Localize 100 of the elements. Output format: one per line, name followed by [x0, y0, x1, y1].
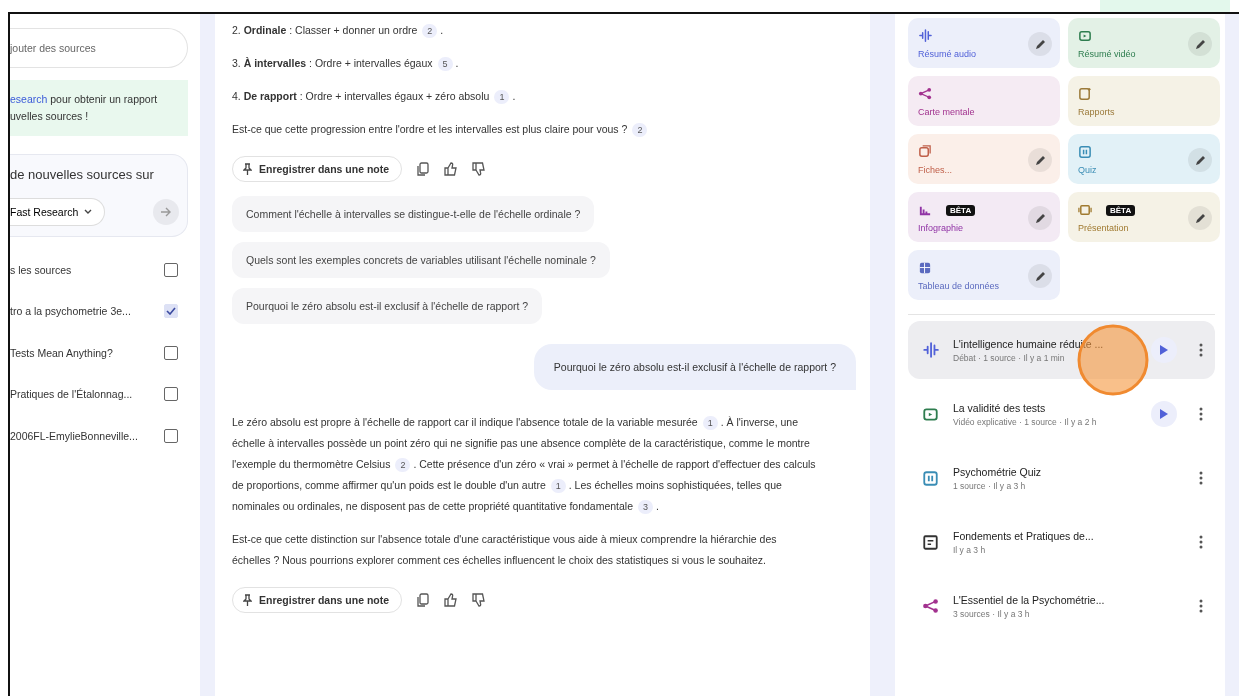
- checkbox[interactable]: [164, 428, 178, 443]
- citation-chip[interactable]: 1: [702, 416, 718, 430]
- edit-button[interactable]: [1188, 32, 1212, 56]
- citation-chip[interactable]: 3: [638, 500, 654, 514]
- monitor-icon: [922, 405, 939, 423]
- pencil-icon: [1034, 212, 1046, 224]
- pencil-icon: [1034, 154, 1046, 166]
- play-button[interactable]: [1151, 401, 1177, 427]
- more-vertical-icon: [1199, 599, 1203, 613]
- suggested-question[interactable]: Quels sont les exemples concrets de variables utilisant l'échelle nominale ?: [232, 242, 610, 278]
- pencil-icon: [1194, 212, 1206, 224]
- beta-badge: BÊTA: [1106, 204, 1136, 216]
- edit-button[interactable]: [1188, 206, 1212, 230]
- citation-chip[interactable]: 1: [550, 479, 566, 493]
- more-options-button[interactable]: [1199, 407, 1203, 421]
- branch-icon: [918, 87, 932, 101]
- play-icon: [1160, 409, 1168, 419]
- note-meta: Vidéo explicative · 1 source · Il y a 2 h: [953, 416, 1098, 427]
- pencil-icon: [1034, 38, 1046, 50]
- more-options-button[interactable]: [1199, 535, 1203, 549]
- citation-chip[interactable]: 2: [632, 123, 648, 137]
- edit-button[interactable]: [1028, 32, 1052, 56]
- checkbox[interactable]: [164, 262, 178, 277]
- checkbox[interactable]: [164, 387, 178, 402]
- answer-paragraph: 4. De rapport : Ordre + intervalles égaux + zéro absolu 1 .: [232, 89, 517, 106]
- suggested-question[interactable]: Pourquoi le zéro absolu est-il exclusif à l'échelle de rapport ?: [232, 288, 543, 324]
- play-button[interactable]: [1151, 337, 1177, 363]
- edit-button[interactable]: [1028, 148, 1052, 172]
- citation-chip[interactable]: 5: [437, 57, 453, 71]
- tile-label: Fiches...: [918, 165, 952, 175]
- answer-paragraph: Est-ce que cette progression entre l'ordre et les intervalles est plus claire pour vous ? 2: [232, 119, 817, 140]
- copy-button[interactable]: [416, 593, 431, 607]
- more-options-button[interactable]: [1199, 343, 1203, 357]
- note-meta: 1 source · Il y a 3 h: [953, 480, 1027, 491]
- suggested-question[interactable]: Comment l'échelle à intervalles se distingue-t-elle de l'échelle ordinale ?: [232, 196, 595, 232]
- note-item[interactable]: L'Essentiel de la Psychométrie... 3 sources · Il y a 3 h: [908, 577, 1215, 635]
- answer-paragraph: 2. Ordinale : Classer + donner un ordre 2 .: [232, 23, 445, 40]
- answer-paragraph: Le zéro absolu est propre à l'échelle de rapport car il indique l'absence totale de la variable mesurée 1 . À l'inverse, une échelle à intervalles possède un point zéro qui ne signifie pas une absence complète de la caractéristique, comme le montre l'exemple du thermomètre Celsius 2 . Cette présence d'un zéro « vrai » permet à l'échelle de rapport d'effectuer des calculs de proportions, comme affirmer qu'un poids est le double d'un autre 1 . Les échelles moins sophistiquées, telles que nominales ou ordinales, ne disposent pas de cette propriété quantitative fondamentale 3 .: [232, 415, 817, 516]
- checkbox[interactable]: [164, 345, 178, 360]
- more-vertical-icon: [1199, 407, 1203, 421]
- source-title: Tests Mean Anything?: [10, 346, 113, 359]
- thumbs-up-button[interactable]: [444, 593, 459, 607]
- citation-chip[interactable]: 1: [494, 90, 510, 104]
- note-item[interactable]: La validité des tests Vidéo explicative · 1 source · Il y a 2 h: [908, 385, 1215, 443]
- tile-label: Carte mentale: [918, 107, 975, 117]
- studio-tile[interactable]: BÊTA Présentation: [1068, 192, 1220, 242]
- studio-tile[interactable]: Tableau de données: [908, 250, 1060, 300]
- more-vertical-icon: [1199, 471, 1203, 485]
- answer-paragraph: 3. À intervalles : Ordre + intervalles égaux 5 .: [232, 56, 460, 73]
- studio-tile[interactable]: Carte mentale: [908, 76, 1060, 126]
- studio-tile[interactable]: Rapports: [1068, 76, 1220, 126]
- research-banner-text: esearch pour obtenir un rapport uvelles sources !: [10, 80, 188, 136]
- studio-tile[interactable]: Résumé audio: [908, 18, 1060, 68]
- copy-button[interactable]: [416, 162, 431, 176]
- studio-tile[interactable]: Résumé vidéo: [1068, 18, 1220, 68]
- note-item[interactable]: Fondements et Pratiques de... Il y a 3 h: [908, 513, 1215, 571]
- beta-badge: BÊTA: [946, 204, 976, 216]
- check-icon: [166, 307, 176, 316]
- copy-icon: [416, 162, 431, 176]
- more-vertical-icon: [1199, 535, 1203, 549]
- note-meta: 3 sources · Il y a 3 h: [953, 608, 1031, 619]
- pencil-icon: [1194, 154, 1206, 166]
- edit-button[interactable]: [1028, 206, 1052, 230]
- tile-label: Rapports: [1078, 107, 1115, 117]
- quiz-icon: [1078, 145, 1092, 159]
- research-link[interactable]: esearch: [10, 93, 48, 105]
- save-note-button[interactable]: Enregistrer dans une note: [232, 587, 403, 613]
- pencil-icon: [1194, 38, 1206, 50]
- thumbs-up-icon: [444, 162, 459, 176]
- research-prompt: de nouvelles sources sur: [10, 167, 155, 182]
- edit-button[interactable]: [1028, 264, 1052, 288]
- source-title: tro a la psychometrie 3e...: [10, 305, 131, 318]
- source-title: Pratiques de l'Étalonnag...: [10, 388, 133, 401]
- research-mode-dropdown[interactable]: Fast Research: [10, 198, 106, 226]
- user-message: Pourquoi le zéro absolu est-il exclusif à l'échelle de rapport ?: [533, 344, 856, 390]
- studio-tile[interactable]: BÊTA Infographie: [908, 192, 1060, 242]
- note-title: Psychométrie Quiz: [953, 465, 1043, 478]
- note-title: La validité des tests: [953, 401, 1047, 414]
- thumbs-down-button[interactable]: [472, 162, 487, 176]
- table-icon: [918, 261, 932, 275]
- tile-label: Tableau de données: [918, 281, 1000, 291]
- more-options-button[interactable]: [1199, 599, 1203, 613]
- play-icon: [1160, 345, 1168, 355]
- tile-label: Quiz: [1078, 165, 1097, 175]
- studio-tile[interactable]: Fiches...: [908, 134, 1060, 184]
- save-note-button[interactable]: Enregistrer dans une note: [232, 156, 403, 182]
- citation-chip[interactable]: 2: [395, 458, 411, 472]
- more-options-button[interactable]: [1199, 471, 1203, 485]
- pin-icon: [243, 594, 252, 606]
- citation-chip[interactable]: 2: [422, 24, 438, 38]
- note-item[interactable]: Psychométrie Quiz 1 source · Il y a 3 h: [908, 449, 1215, 507]
- sparkle-wave-icon: [922, 341, 939, 359]
- thumbs-up-button[interactable]: [444, 162, 459, 176]
- answer-paragraph: Est-ce que cette distinction sur l'absence totale d'une caractéristique vous aide à mieux comprendre la hiérarchie des échelles ? Nous pourrions explorer comment ces échelles influencent le choix des statistiques si vous le souhaitez.: [232, 532, 778, 568]
- thumbs-down-button[interactable]: [472, 593, 487, 607]
- edit-button[interactable]: [1188, 148, 1212, 172]
- thumbs-down-icon: [472, 593, 487, 607]
- cards-icon: [918, 145, 932, 159]
- tile-label: Infographie: [918, 223, 965, 233]
- note-icon: [922, 533, 939, 551]
